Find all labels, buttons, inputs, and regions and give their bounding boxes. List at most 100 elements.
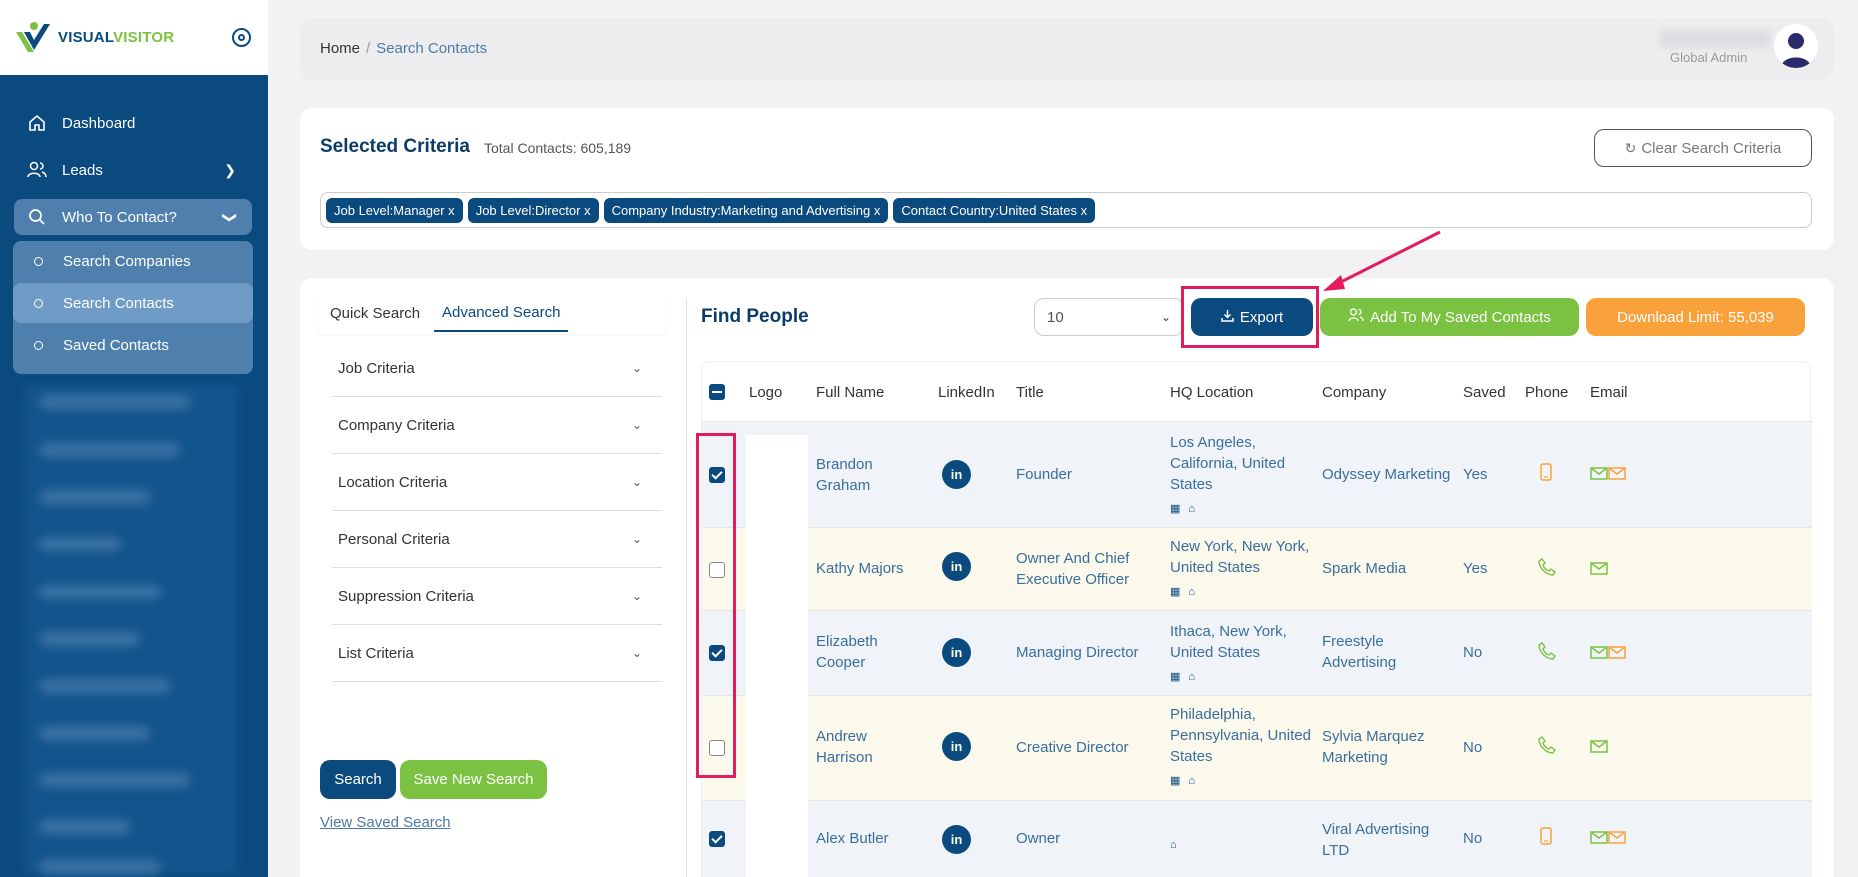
accordion-job-criteria[interactable]: Job Criteria ⌄	[332, 340, 662, 397]
linkedin-icon[interactable]: in	[942, 552, 971, 581]
search-tabs: Quick Search Advanced Search	[318, 294, 666, 334]
sidebar-item-leads[interactable]: Leads ❯	[14, 152, 252, 188]
column-header-title[interactable]: Title	[1016, 362, 1044, 422]
sidebar-item-who-to-contact[interactable]: Who To Contact? ❯	[14, 199, 252, 235]
accordion-list-criteria[interactable]: List Criteria ⌄	[332, 625, 662, 682]
building-icon[interactable]: ▦	[1170, 582, 1180, 603]
select-all-checkbox[interactable]	[709, 384, 725, 400]
export-button[interactable]: Export	[1191, 298, 1313, 336]
hq-icons: ▦ ⌂	[1170, 499, 1310, 520]
contact-name[interactable]: Andrew Harrison	[816, 726, 926, 768]
criteria-chips: Job Level:Manager x Job Level:Director x…	[320, 192, 1812, 228]
download-limit-button[interactable]: Download Limit: 55,039	[1586, 298, 1805, 336]
company-name[interactable]: Spark Media	[1322, 558, 1462, 579]
email-verified-icon[interactable]	[1590, 467, 1608, 484]
email-verified-icon[interactable]	[1590, 646, 1608, 663]
blurred-line	[40, 443, 180, 457]
sidebar-item-saved-contacts[interactable]: Saved Contacts	[13, 325, 253, 365]
sidebar-item-dashboard[interactable]: Dashboard	[14, 105, 252, 141]
office-phone-icon[interactable]	[1538, 558, 1556, 582]
logo-text: VISUALVISITOR	[58, 29, 174, 46]
blurred-line	[40, 490, 150, 504]
mobile-phone-icon[interactable]	[1540, 463, 1552, 487]
office-phone-icon[interactable]	[1538, 642, 1556, 666]
chevron-down-icon: ⌄	[631, 646, 642, 660]
company-name[interactable]: Viral Advertising LTD	[1322, 819, 1452, 861]
contact-name[interactable]: Alex Butler	[816, 828, 926, 849]
accordion-suppression-criteria[interactable]: Suppression Criteria ⌄	[332, 568, 662, 625]
add-to-saved-contacts-button[interactable]: Add To My Saved Contacts	[1320, 298, 1579, 336]
building-icon[interactable]: ▦	[1170, 667, 1180, 688]
tab-advanced-search[interactable]: Advanced Search	[434, 294, 569, 332]
linkedin-icon[interactable]: in	[942, 732, 971, 761]
criteria-chip[interactable]: Contact Country:United States x	[893, 197, 1096, 223]
company-name[interactable]: Sylvia Marquez Marketing	[1322, 726, 1452, 768]
row-checkbox[interactable]	[709, 831, 725, 847]
building-icon[interactable]: ▦	[1170, 771, 1180, 792]
house-icon[interactable]: ⌂	[1188, 582, 1195, 603]
table-row[interactable]: Kathy Majors in Owner And Chief Executiv…	[702, 528, 1812, 611]
column-header-full-name[interactable]: Full Name	[816, 362, 884, 422]
email-verified-icon[interactable]	[1590, 831, 1608, 848]
contact-name[interactable]: Elizabeth Cooper	[816, 631, 926, 673]
company-name[interactable]: Freestyle Advertising	[1322, 631, 1432, 673]
contact-title: Owner And Chief Executive Officer	[1016, 550, 1130, 588]
company-name[interactable]: Odyssey Marketing	[1322, 464, 1462, 485]
office-phone-icon[interactable]	[1538, 736, 1556, 760]
clear-search-criteria-button[interactable]: ↻ Clear Search Criteria	[1594, 129, 1812, 167]
contact-name[interactable]: Kathy Majors	[816, 558, 936, 579]
column-header-hq-location[interactable]: HQ Location	[1170, 362, 1253, 422]
contact-title: Founder	[1016, 466, 1072, 483]
email-verified-icon[interactable]	[1590, 562, 1608, 579]
sidebar-item-search-companies[interactable]: Search Companies	[13, 241, 253, 281]
clear-label: Clear Search Criteria	[1641, 139, 1782, 157]
linkedin-icon[interactable]: in	[942, 825, 971, 854]
table-row[interactable]: Andrew Harrison in Creative Director Phi…	[702, 696, 1812, 801]
bullet-icon	[34, 298, 43, 308]
house-icon[interactable]: ⌂	[1188, 499, 1195, 520]
email-verified-icon[interactable]	[1590, 740, 1608, 757]
save-new-search-button[interactable]: Save New Search	[400, 760, 547, 799]
blurred-menu	[24, 384, 238, 874]
linkedin-icon[interactable]: in	[942, 460, 971, 489]
contact-title: Managing Director	[1016, 644, 1139, 661]
sidebar-item-label: Who To Contact?	[62, 208, 177, 226]
accordion-personal-criteria[interactable]: Personal Criteria ⌄	[332, 511, 662, 568]
contact-name[interactable]: Brandon Graham	[816, 454, 926, 496]
building-icon[interactable]: ▦	[1170, 499, 1180, 520]
column-header-company[interactable]: Company	[1322, 362, 1386, 422]
table-row[interactable]: Brandon Graham in Founder Los Angeles, C…	[702, 422, 1812, 528]
email-alt-icon[interactable]	[1608, 646, 1626, 663]
accordion-location-criteria[interactable]: Location Criteria ⌄	[332, 454, 662, 511]
sidebar-item-search-contacts[interactable]: Search Contacts	[13, 283, 253, 323]
linkedin-icon[interactable]: in	[942, 638, 971, 667]
users-icon	[26, 161, 48, 179]
table-row[interactable]: Alex Butler in Owner ⌂ Viral Advertising…	[702, 801, 1812, 877]
house-icon[interactable]: ⌂	[1188, 771, 1195, 792]
hq-icons: ▦ ⌂	[1170, 667, 1310, 688]
search-button[interactable]: Search	[320, 760, 396, 799]
email-alt-icon[interactable]	[1608, 831, 1626, 848]
saved-status: No	[1463, 830, 1483, 847]
house-icon[interactable]: ⌂	[1170, 835, 1177, 856]
page-size-select[interactable]: 10 ⌄	[1034, 298, 1184, 336]
criteria-chip[interactable]: Company Industry:Marketing and Advertisi…	[603, 197, 889, 223]
logo[interactable]: VISUALVISITOR	[0, 0, 268, 75]
tab-quick-search[interactable]: Quick Search	[330, 294, 420, 332]
avatar[interactable]	[1774, 24, 1818, 68]
view-saved-search-link[interactable]: View Saved Search	[320, 814, 451, 831]
breadcrumb-home[interactable]: Home	[320, 40, 360, 57]
user-role: Global Admin	[1670, 50, 1748, 65]
accordion-company-criteria[interactable]: Company Criteria ⌄	[332, 397, 662, 454]
criteria-chip[interactable]: Job Level:Manager x	[326, 197, 463, 223]
criteria-chip[interactable]: Job Level:Director x	[467, 197, 599, 223]
email-alt-icon[interactable]	[1608, 467, 1626, 484]
sidebar-toggle-icon[interactable]	[232, 28, 251, 47]
add-label: Add To My Saved Contacts	[1370, 308, 1551, 326]
column-header-email: Email	[1590, 383, 1628, 401]
table-row[interactable]: Elizabeth Cooper in Managing Director It…	[702, 611, 1812, 696]
house-icon[interactable]: ⌂	[1188, 667, 1195, 688]
mobile-phone-icon[interactable]	[1540, 827, 1552, 851]
column-header-saved: Saved	[1463, 383, 1506, 401]
email-icons	[1590, 560, 1608, 581]
